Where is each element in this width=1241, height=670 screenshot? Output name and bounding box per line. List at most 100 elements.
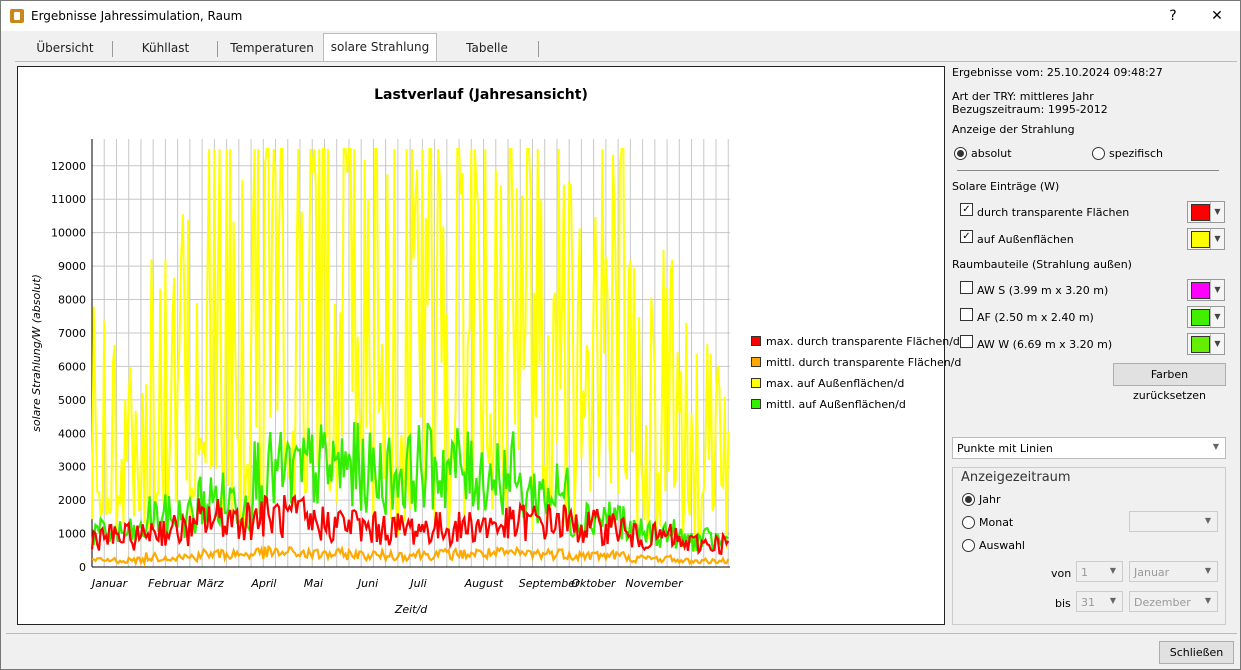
x-tick-label: Januar [90, 577, 129, 590]
legend-label: mittl. auf Außenflächen/d [766, 398, 906, 411]
divider [957, 170, 1219, 171]
color-swatch [1191, 309, 1210, 326]
checkbox-aw-s-label[interactable]: AW S (3.99 m x 3.20 m) [977, 284, 1108, 297]
tab-uebersicht[interactable]: Übersicht [17, 35, 113, 60]
window-title: Ergebnisse Jahressimulation, Raum [31, 9, 243, 23]
y-tick-label: 2000 [58, 494, 86, 507]
color-swatch [1191, 282, 1210, 299]
legend-swatch [751, 399, 761, 409]
radio-spezifisch[interactable] [1092, 147, 1105, 160]
x-axis-label: Zeit/d [394, 603, 428, 616]
chevron-down-icon: ▼ [1204, 516, 1211, 525]
footer-divider [6, 633, 1237, 634]
try-type: Art der TRY: mittleres Jahr [952, 90, 1094, 103]
x-tick-label: Oktober [571, 577, 617, 590]
legend-label: mittl. durch transparente Flächen/d [766, 356, 962, 369]
tab-label: Kühllast [141, 41, 190, 55]
results-date: Ergebnisse vom: 25.10.2024 09:48:27 [952, 66, 1163, 79]
from-day-select[interactable]: 1 ▼ [1076, 561, 1123, 582]
tab-bar: Übersicht Kühllast Temperaturen solare S… [17, 33, 1237, 61]
y-tick-label: 5000 [58, 394, 86, 407]
month-select[interactable]: ▼ [1129, 511, 1218, 532]
x-tick-label: Februar [148, 577, 192, 590]
checkbox-transparent[interactable]: ✓ [960, 203, 973, 216]
radio-jahr[interactable] [962, 493, 975, 506]
y-axis-label: solare Strahlung/W (absolut) [30, 274, 43, 432]
checkbox-aw-w-label[interactable]: AW W (6.69 m x 3.20 m) [977, 338, 1112, 351]
tab-temperaturen[interactable]: Temperaturen [218, 35, 326, 60]
tab-label: Temperaturen [230, 41, 314, 55]
checkbox-exterior[interactable]: ✓ [960, 230, 973, 243]
close-window-button[interactable]: ✕ [1202, 5, 1232, 27]
chevron-down-icon: ▼ [1210, 202, 1224, 222]
radio-auswahl-label[interactable]: Auswahl [979, 539, 1025, 552]
tab-label: Übersicht [36, 41, 94, 55]
radio-monat[interactable] [962, 516, 975, 529]
color-picker-aw-s[interactable]: ▼ [1187, 279, 1225, 301]
y-tick-label: 9000 [58, 260, 86, 273]
radio-auswahl[interactable] [962, 539, 975, 552]
from-label: von [1051, 567, 1072, 580]
legend-item-mean-transparent: mittl. durch transparente Flächen/d [751, 356, 961, 369]
to-month-value: Dezember [1134, 596, 1191, 609]
tab-kuehllast[interactable]: Kühllast [113, 35, 218, 60]
chevron-down-icon: ▼ [1109, 596, 1116, 605]
plot-style-select[interactable]: Punkte mit Linien ▼ [952, 437, 1226, 459]
radio-absolut[interactable] [954, 147, 967, 160]
to-label: bis [1055, 597, 1071, 610]
chevron-down-icon: ▼ [1210, 280, 1224, 300]
chart-panel: Lastverlauf (Jahresansicht) 0 1000 2000 300… [17, 66, 961, 625]
y-tick-label: 0 [79, 561, 86, 574]
tab-label: Tabelle [466, 41, 508, 55]
y-tick-label: 8000 [58, 294, 86, 307]
y-tick-label: 12000 [51, 160, 86, 173]
radio-monat-label[interactable]: Monat [979, 516, 1013, 529]
color-picker-exterior[interactable]: ▼ [1187, 228, 1225, 250]
color-picker-aw-w[interactable]: ▼ [1187, 333, 1225, 355]
to-day-select[interactable]: 31 ▼ [1076, 591, 1123, 612]
chevron-down-icon: ▼ [1204, 596, 1211, 605]
y-tick-label: 10000 [51, 227, 86, 240]
checkbox-exterior-label[interactable]: auf Außenflächen [977, 233, 1074, 246]
title-bar: Ergebnisse Jahressimulation, Raum ? ✕ [1, 1, 1240, 31]
legend-swatch [751, 357, 761, 367]
from-month-value: Januar [1134, 566, 1170, 579]
color-picker-transparent[interactable]: ▼ [1187, 201, 1225, 223]
radio-spezifisch-label[interactable]: spezifisch [1109, 147, 1163, 160]
y-tick-label: 4000 [58, 427, 86, 440]
x-tick-label: August [464, 577, 504, 590]
checkbox-aw-w[interactable] [960, 335, 973, 348]
color-picker-af[interactable]: ▼ [1187, 306, 1225, 328]
radio-absolut-label[interactable]: absolut [971, 147, 1012, 160]
checkbox-af[interactable] [960, 308, 973, 321]
radio-jahr-label[interactable]: Jahr [979, 493, 1000, 506]
chevron-down-icon: ▼ [1210, 334, 1224, 354]
y-tick-label: 6000 [58, 360, 86, 373]
x-tick-label: März [197, 577, 224, 590]
y-tick-label: 3000 [58, 461, 86, 474]
display-heading: Anzeige der Strahlung [952, 123, 1075, 136]
tab-solare-strahlung[interactable]: solare Strahlung [323, 33, 437, 61]
checkbox-transparent-label[interactable]: durch transparente Flächen [977, 206, 1129, 219]
reset-colors-button[interactable]: Farben zurücksetzen [1113, 363, 1226, 402]
x-tick-label: Juni [356, 577, 378, 590]
components-heading: Raumbauteile (Strahlung außen) [952, 258, 1132, 271]
to-month-select[interactable]: Dezember ▼ [1129, 591, 1218, 612]
chevron-down-icon: ▼ [1210, 229, 1224, 249]
y-tick-label: 7000 [58, 327, 86, 340]
help-button[interactable]: ? [1158, 5, 1188, 27]
chevron-down-icon: ▼ [1109, 566, 1116, 575]
legend-label: max. durch transparente Flächen/d [766, 335, 960, 348]
from-month-select[interactable]: Januar ▼ [1129, 561, 1218, 582]
chevron-down-icon: ▼ [1204, 566, 1211, 575]
tab-tabelle[interactable]: Tabelle [435, 35, 539, 60]
checkbox-af-label[interactable]: AF (2.50 m x 2.40 m) [977, 311, 1094, 324]
legend-item-max-exterior: max. auf Außenflächen/d [751, 377, 904, 390]
tab-divider [15, 61, 1237, 62]
checkbox-aw-s[interactable] [960, 281, 973, 294]
y-tick-label: 1000 [58, 528, 86, 541]
legend-label: max. auf Außenflächen/d [766, 377, 905, 390]
chevron-down-icon: ▼ [1210, 307, 1224, 327]
plot-style-value: Punkte mit Linien [957, 442, 1053, 455]
close-button[interactable]: Schließen [1159, 641, 1234, 664]
